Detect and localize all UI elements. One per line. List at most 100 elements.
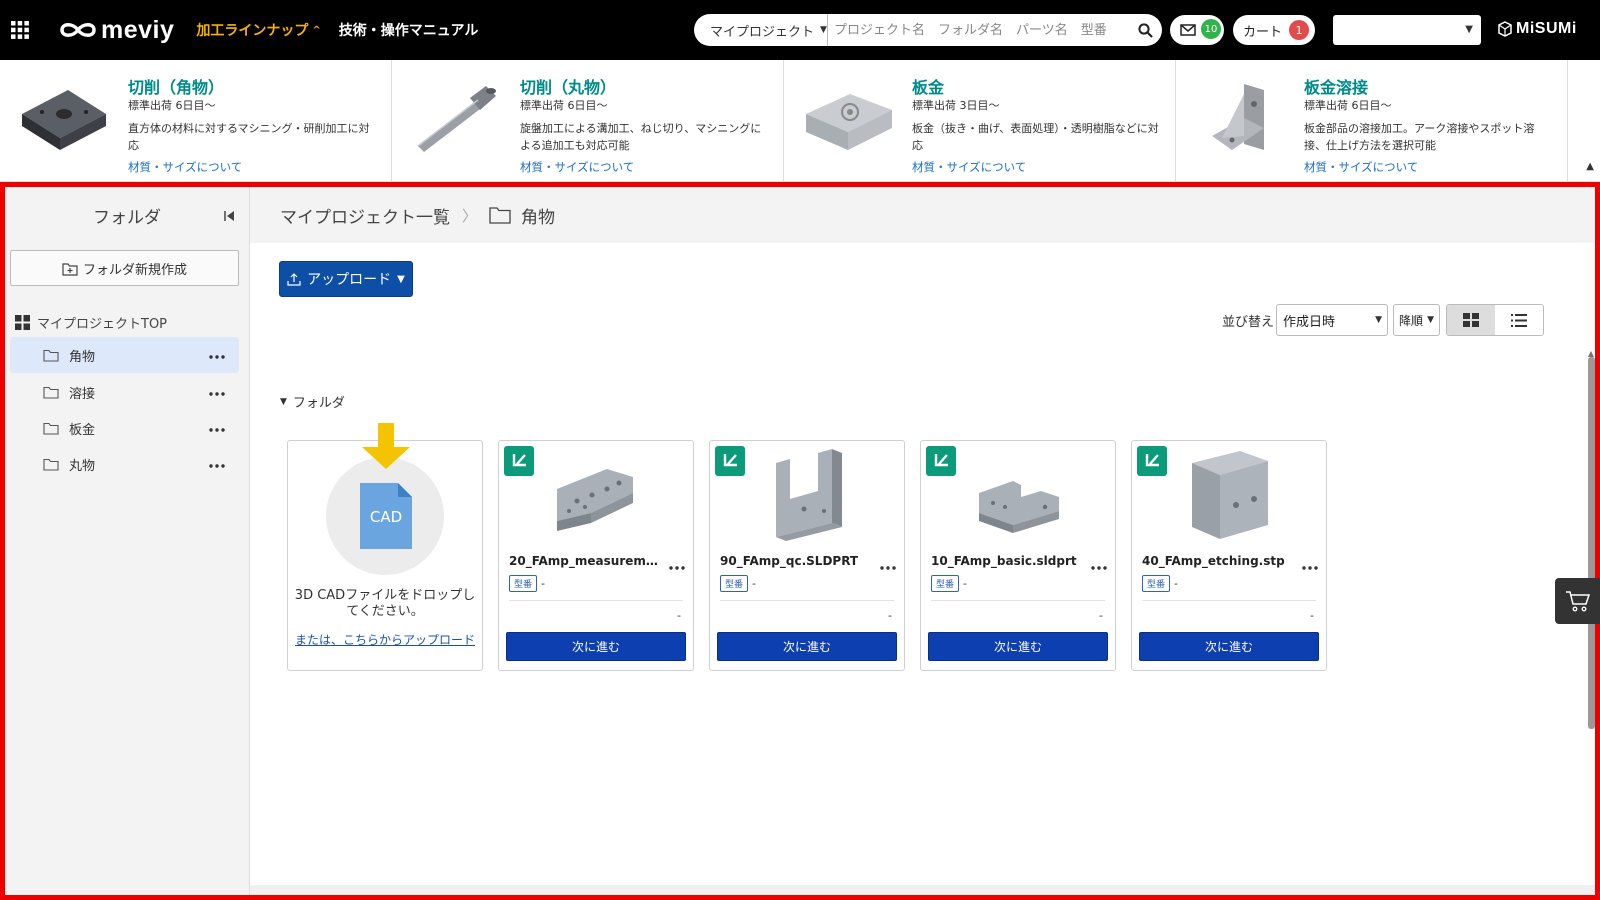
floating-cart-button[interactable] bbox=[1555, 578, 1600, 624]
lineup-description: 旋盤加工による溝加工、ねじ切り、マシニングによる追加工も対応可能 bbox=[520, 122, 762, 152]
lineup-item-sheet-metal[interactable]: 板金 標準出荷 3日目〜 板金（抜き・曲げ、表面処理）・透明樹脂などに対応 材質… bbox=[784, 60, 1176, 181]
part-card[interactable]: 10_FAmp_basic.sldprt 型番 - - 次に進む bbox=[920, 440, 1116, 671]
more-options-icon[interactable] bbox=[209, 348, 235, 363]
meviy-logo[interactable]: meviy bbox=[59, 16, 174, 45]
part-model-number: 型番 - bbox=[931, 575, 967, 592]
part-thumbnail bbox=[1192, 451, 1268, 539]
cart-icon bbox=[1565, 591, 1590, 612]
collapse-lineup-icon[interactable]: ▲ bbox=[1586, 161, 1594, 172]
tree-item-folder[interactable]: 溶接 bbox=[10, 374, 239, 410]
folder-icon bbox=[43, 386, 59, 399]
search-scope-select[interactable]: マイプロジェクト ▼ bbox=[694, 14, 828, 46]
cart-button[interactable]: カート 1 bbox=[1233, 15, 1315, 45]
scrollbar[interactable] bbox=[1588, 357, 1595, 729]
lineup-title: 切削（丸物） bbox=[520, 78, 617, 97]
order-select[interactable]: 降順 ▼ bbox=[1393, 304, 1440, 336]
new-folder-label: フォルダ新規作成 bbox=[82, 262, 187, 278]
lineup-item-cutting-block[interactable]: 切削（角物） 標準出荷 6日目〜 直方体の材料に対するマシニング・研削加工に対応… bbox=[0, 60, 392, 181]
model-number-tag: 型番 bbox=[509, 575, 538, 592]
tree-item-folder[interactable]: 丸物 bbox=[10, 446, 239, 482]
sort-label: 並び替え bbox=[1222, 315, 1275, 330]
cad-model-icon bbox=[715, 446, 745, 476]
tree-item-folder[interactable]: 板金 bbox=[10, 410, 239, 446]
dropzone-text: 3D CADファイルをドロップしてください。 bbox=[294, 588, 476, 619]
cutting-round-part-image bbox=[417, 86, 496, 152]
part-secondary-value: - bbox=[677, 609, 681, 622]
top-navigation-bar: meviy 加工ラインナップ ^ 技術・操作マニュアル マイプロジェクト ▼ 1… bbox=[0, 0, 1600, 60]
part-thumbnail bbox=[979, 481, 1059, 533]
next-button[interactable]: 次に進む bbox=[928, 632, 1108, 661]
grid-view-button[interactable] bbox=[1447, 305, 1495, 335]
message-button[interactable]: 10 bbox=[1170, 15, 1224, 45]
nav-manual-link[interactable]: 技術・操作マニュアル bbox=[339, 20, 479, 40]
lineup-title: 切削（角物） bbox=[128, 78, 225, 97]
nav-process-lineup[interactable]: 加工ラインナップ ^ bbox=[196, 20, 320, 40]
lineup-item-cutting-round[interactable]: 切削（丸物） 標準出荷 6日目〜 旋盤加工による溝加工、ねじ切り、マシニングによ… bbox=[392, 60, 784, 181]
next-button[interactable]: 次に進む bbox=[506, 632, 686, 661]
part-file-name: 40_FAmp_etching.stp bbox=[1142, 554, 1285, 568]
part-file-name: 10_FAmp_basic.sldprt bbox=[931, 554, 1077, 568]
more-options-icon[interactable] bbox=[669, 559, 685, 574]
model-number-value: - bbox=[541, 577, 545, 590]
part-card[interactable]: 90_FAmp_qc.SLDPRT 型番 - - 次に進む bbox=[709, 440, 905, 671]
cart-count-badge: 1 bbox=[1289, 20, 1309, 40]
breadcrumb-current-label: 角物 bbox=[521, 207, 556, 228]
part-thumbnail bbox=[776, 449, 842, 541]
cad-model-icon bbox=[504, 446, 534, 476]
part-card[interactable]: 20_FAmp_measurement.SLDPRT 型番 - - 次に進む bbox=[498, 440, 694, 671]
breadcrumb-root-link[interactable]: マイプロジェクト一覧 bbox=[280, 203, 450, 228]
more-options-icon[interactable] bbox=[209, 457, 235, 472]
tree-item-folder[interactable]: 角物 bbox=[10, 337, 239, 373]
misumi-logo[interactable]: MiSUMi bbox=[1498, 20, 1577, 38]
new-folder-button[interactable]: フォルダ新規作成 bbox=[10, 250, 239, 286]
part-model-number: 型番 - bbox=[720, 575, 756, 592]
model-number-tag: 型番 bbox=[1142, 575, 1171, 592]
upload-dropzone[interactable]: CAD 3D CADファイルをドロップしてください。 または、こちらからアップロ… bbox=[287, 423, 483, 671]
model-number-tag: 型番 bbox=[720, 575, 749, 592]
card-divider bbox=[1142, 600, 1316, 601]
folder-section-title: フォルダ bbox=[292, 396, 345, 411]
lineup-material-link[interactable]: 材質・サイズについて bbox=[912, 159, 1026, 175]
lineup-item-sheet-welding[interactable]: 板金溶接 標準出荷 6日目〜 板金部品の溶接加工。アーク溶接やスポット溶接、仕上… bbox=[1176, 60, 1568, 181]
order-value: 降順 bbox=[1399, 313, 1424, 328]
dropzone-upload-link[interactable]: または、こちらからアップロード bbox=[288, 631, 482, 648]
search-scope-label: マイプロジェクト bbox=[710, 24, 815, 40]
lineup-material-link[interactable]: 材質・サイズについて bbox=[520, 159, 634, 175]
more-options-icon[interactable] bbox=[1091, 559, 1107, 574]
tree-item-project-top[interactable]: マイプロジェクトTOP bbox=[15, 313, 167, 332]
list-view-button[interactable] bbox=[1495, 305, 1543, 335]
list-view-icon bbox=[1511, 313, 1527, 327]
collapse-sidebar-icon[interactable] bbox=[223, 207, 235, 227]
model-number-tag: 型番 bbox=[931, 575, 960, 592]
next-button[interactable]: 次に進む bbox=[1139, 632, 1319, 661]
more-options-icon[interactable] bbox=[880, 559, 896, 574]
account-select[interactable]: ▼ bbox=[1333, 15, 1481, 45]
search-button[interactable] bbox=[1128, 14, 1162, 46]
card-divider bbox=[509, 600, 683, 601]
upload-button[interactable]: アップロード ▼ bbox=[279, 261, 413, 297]
part-card[interactable]: 40_FAmp_etching.stp 型番 - - 次に進む bbox=[1131, 440, 1327, 671]
part-secondary-value: - bbox=[888, 609, 892, 622]
next-button[interactable]: 次に進む bbox=[717, 632, 897, 661]
logo-text: meviy bbox=[101, 15, 175, 44]
app-grid-icon[interactable] bbox=[11, 21, 29, 39]
lineup-material-link[interactable]: 材質・サイズについて bbox=[128, 159, 242, 175]
folder-section-toggle[interactable]: ▼ フォルダ bbox=[280, 392, 345, 411]
chevron-down-icon: ▼ bbox=[1465, 24, 1473, 35]
search-input[interactable] bbox=[828, 14, 1128, 46]
content-footer-strip bbox=[250, 885, 1595, 895]
folder-icon bbox=[43, 458, 59, 471]
lineup-material-link[interactable]: 材質・サイズについて bbox=[1304, 159, 1418, 175]
chevron-down-icon: ▼ bbox=[1427, 315, 1434, 325]
more-options-icon[interactable] bbox=[1302, 559, 1318, 574]
down-arrow-icon bbox=[362, 423, 410, 469]
more-options-icon[interactable] bbox=[209, 385, 235, 400]
sort-select[interactable]: 作成日時 ▼ bbox=[1276, 304, 1388, 336]
message-count-badge: 10 bbox=[1201, 19, 1221, 39]
cad-model-icon bbox=[926, 446, 956, 476]
part-model-number: 型番 - bbox=[1142, 575, 1178, 592]
more-options-icon[interactable] bbox=[209, 421, 235, 436]
folder-plus-icon bbox=[62, 262, 78, 276]
mail-icon bbox=[1180, 24, 1196, 36]
breadcrumb: マイプロジェクト一覧 〉 角物 bbox=[250, 187, 1595, 243]
